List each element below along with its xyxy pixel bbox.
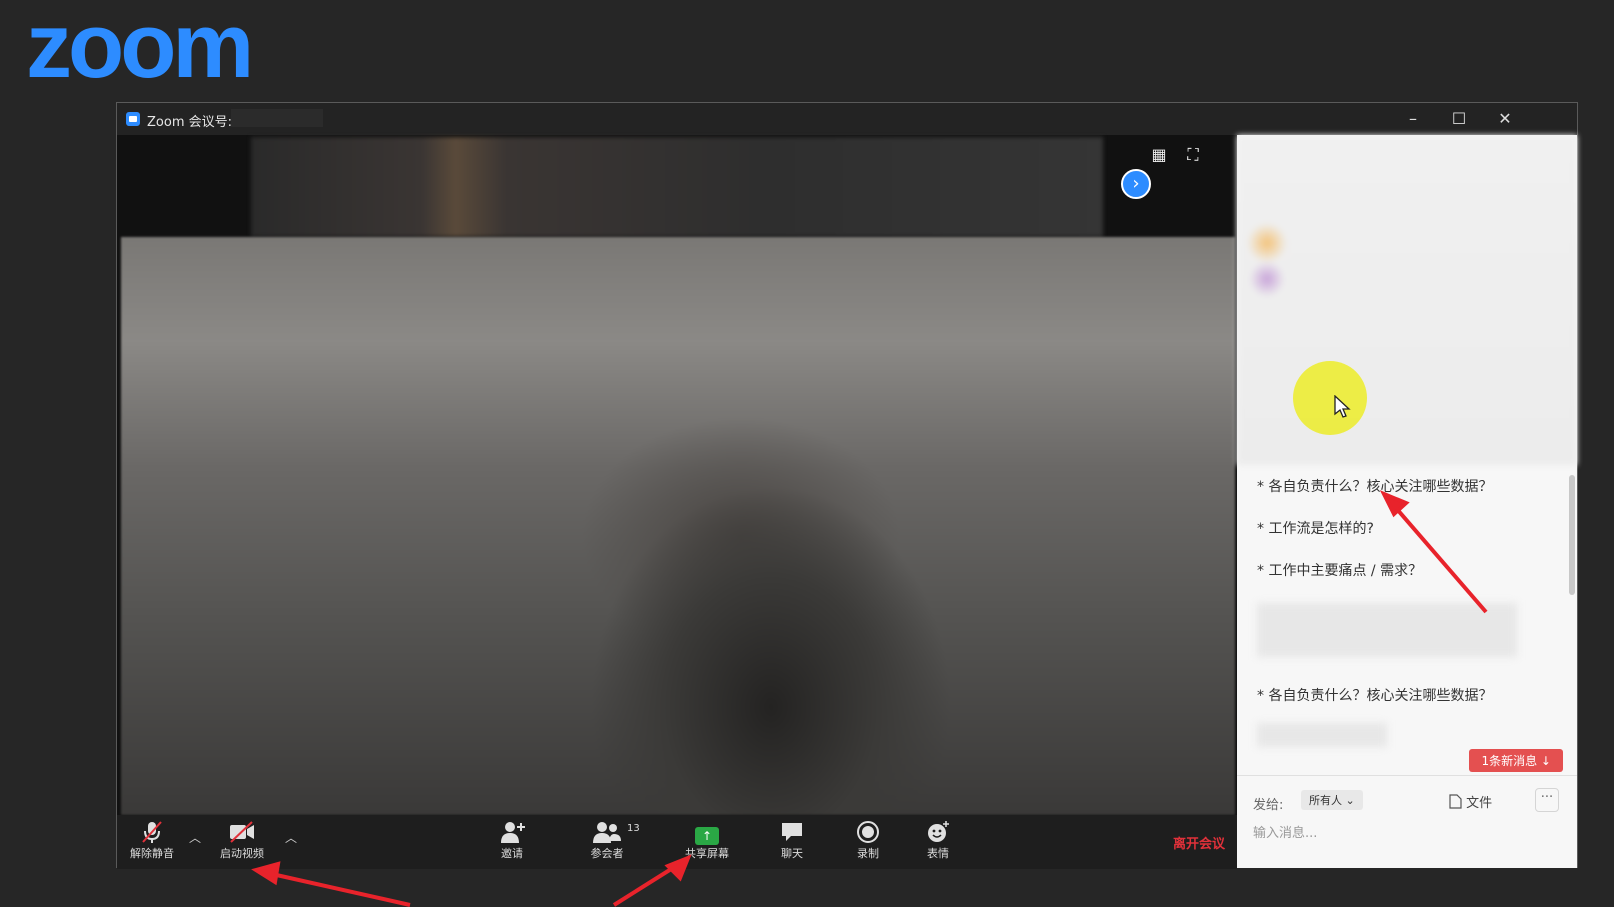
share-screen-icon: ↑ <box>672 819 742 847</box>
cursor-highlight <box>1293 361 1367 435</box>
send-to-label: 发给: <box>1253 798 1284 813</box>
reactions-label: 表情 <box>927 847 949 860</box>
record-label: 录制 <box>857 847 879 860</box>
chat-message: * 各自负责什么？核心关注哪些数据？ <box>1257 479 1493 495</box>
zoom-app-icon <box>126 112 140 126</box>
invite-button[interactable]: 邀请 <box>477 819 547 867</box>
smiley-icon <box>903 819 973 847</box>
minimize-button[interactable]: – <box>1393 107 1433 131</box>
annotation-arrow-share <box>612 864 678 907</box>
video-stage: › ▦ ⛶ <box>117 135 1237 815</box>
chat-button[interactable]: 聊天 <box>757 819 827 867</box>
unmute-button[interactable]: 解除静音 <box>117 819 187 867</box>
chat-bubble-icon <box>757 819 827 847</box>
participants-label: 参会者 <box>590 847 624 860</box>
start-video-label: 启动视频 <box>220 847 264 860</box>
record-icon <box>833 819 903 847</box>
chat-message: * 工作流是怎样的? <box>1257 521 1374 537</box>
new-message-badge[interactable]: 1条新消息 ↓ <box>1469 749 1563 772</box>
chat-message: * 各自负责什么？核心关注哪些数据？ <box>1257 688 1493 704</box>
video-options-caret[interactable]: ︿ <box>285 829 297 846</box>
chat-scrollbar[interactable] <box>1569 475 1575 595</box>
start-video-button[interactable]: 启动视频 <box>207 819 277 867</box>
meeting-toolbar: 解除静音 ︿ 启动视频 ︿ 邀请 参会者 13 ↑ 共享屏幕 聊天 录制 表情 … <box>117 815 1237 869</box>
reactions-button[interactable]: 表情 <box>903 819 973 867</box>
chat-message-blurred <box>1257 723 1387 747</box>
gallery-view-icon[interactable]: ▦ <box>1149 145 1169 165</box>
chat-label: 聊天 <box>781 847 803 860</box>
file-label: 文件 <box>1466 796 1493 811</box>
share-screen-label: 共享屏幕 <box>685 847 729 860</box>
mic-muted-icon <box>117 819 187 847</box>
zoom-logo: zoom <box>26 0 254 97</box>
chat-message-blurred <box>1257 603 1517 657</box>
maximize-button[interactable]: ☐ <box>1439 107 1479 131</box>
annotation-arrow-video <box>271 872 411 907</box>
file-button[interactable]: 文件 <box>1449 792 1492 811</box>
chat-compose-area: 发给: 所有人 ⌄ 文件 ··· 输入消息... <box>1237 775 1577 868</box>
file-icon <box>1449 794 1466 811</box>
unmute-label: 解除静音 <box>130 847 174 860</box>
chat-input[interactable]: 输入消息... <box>1253 822 1317 841</box>
fullscreen-icon[interactable]: ⛶ <box>1183 145 1203 165</box>
participants-count: 13 <box>627 823 640 834</box>
recipient-select[interactable]: 所有人 ⌄ <box>1301 790 1363 810</box>
camera-off-icon <box>207 819 277 847</box>
active-speaker-video <box>121 237 1235 815</box>
meeting-id-redacted <box>231 109 323 127</box>
zoom-meeting-window: Zoom 会议号: – ☐ ✕ › ▦ ⛶ 解除静音 ︿ 启动视频 ︿ 邀请 参… <box>116 102 1578 869</box>
close-button[interactable]: ✕ <box>1485 107 1525 131</box>
audio-options-caret[interactable]: ︿ <box>189 829 201 846</box>
participant-thumbnail-strip <box>251 137 1103 237</box>
next-page-button[interactable]: › <box>1121 169 1151 199</box>
chat-panel: * 各自负责什么？核心关注哪些数据？ * 工作流是怎样的? * 工作中主要痛点 … <box>1237 135 1577 868</box>
window-title: Zoom 会议号: <box>147 115 232 130</box>
record-button[interactable]: 录制 <box>833 819 903 867</box>
add-person-icon <box>477 819 547 847</box>
leave-meeting-button[interactable]: 离开会议 <box>1173 833 1225 852</box>
title-bar: Zoom 会议号: – ☐ ✕ <box>117 103 1577 135</box>
mouse-cursor-icon <box>1333 394 1351 425</box>
share-screen-button[interactable]: ↑ 共享屏幕 <box>672 819 742 867</box>
more-options-button[interactable]: ··· <box>1535 788 1559 812</box>
chat-message: * 工作中主要痛点 / 需求？ <box>1257 563 1423 579</box>
invite-label: 邀请 <box>501 847 523 860</box>
chat-history-blurred <box>1237 135 1577 465</box>
